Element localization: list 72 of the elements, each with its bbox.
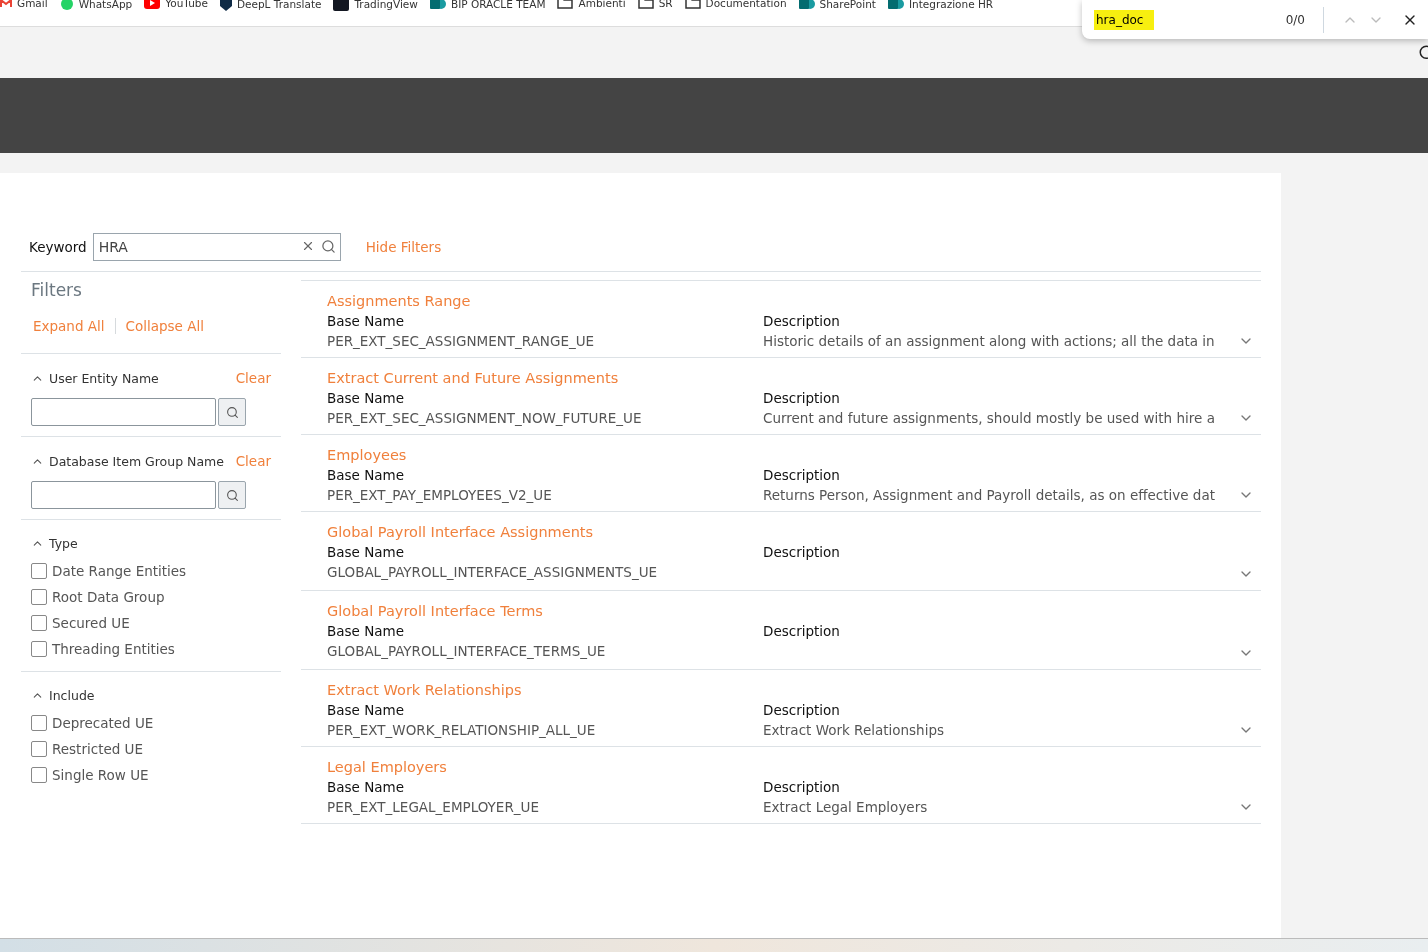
bookmark-link[interactable]: WhatsApp [59, 0, 133, 11]
checkbox-label: Date Range Entities [52, 563, 187, 579]
description-label: Description [763, 467, 841, 483]
description-label: Description [763, 390, 841, 406]
search-button[interactable] [218, 481, 246, 509]
base-name-label: Base Name [327, 544, 405, 560]
filter-title: Database Item Group Name [49, 453, 225, 469]
checkbox-label: Threading Entities [52, 641, 175, 657]
keyword-label: Keyword [29, 239, 87, 255]
description-value: Current and future assignments, should mostly be used with hire a [763, 410, 1216, 426]
checkbox[interactable] [31, 615, 47, 631]
checkbox[interactable] [31, 767, 47, 783]
site-icon [798, 0, 815, 11]
base-name-label: Base Name [327, 623, 405, 639]
folder-icon [684, 0, 701, 9]
bookmark-link[interactable]: DeepL Translate [219, 0, 322, 11]
base-name-label: Base Name [327, 702, 405, 718]
checkbox[interactable] [31, 641, 47, 657]
checkbox-label: Root Data Group [52, 589, 165, 605]
description-value: Returns Person, Assignment and Payroll details, as on effective dat [763, 487, 1216, 503]
description-label: Description [763, 702, 841, 718]
site-icon [429, 0, 446, 11]
checkbox[interactable] [31, 741, 47, 757]
filter-input[interactable] [31, 398, 216, 426]
description-label: Description [763, 623, 841, 639]
description-value: Historic details of an assignment along with actions; all the data in [763, 333, 1216, 349]
checkbox-label: Single Row UE [52, 767, 149, 783]
base-name-value: PER_EXT_PAY_EMPLOYEES_V2_UE [327, 487, 553, 503]
mail-icon [0, 0, 12, 8]
checkbox-label: Deprecated UE [52, 715, 154, 731]
base-name-value: GLOBAL_PAYROLL_INTERFACE_TERMS_UE [327, 643, 607, 661]
bookmark-link[interactable]: BIP ORACLE TEAM [429, 0, 546, 11]
bookmark-link[interactable]: Integrazione HR [887, 0, 994, 11]
folder-icon [557, 0, 574, 9]
keyword-field[interactable]: HRA [92, 233, 341, 261]
base-name-label: Base Name [327, 390, 405, 406]
description-label: Description [763, 779, 841, 795]
filter-title: Include [49, 688, 96, 703]
checkbox[interactable] [31, 563, 47, 579]
site-icon [887, 0, 904, 11]
shield-icon [219, 0, 232, 11]
chat-icon [59, 0, 74, 11]
base-name-value: PER_EXT_SEC_ASSIGNMENT_RANGE_UE [327, 333, 596, 349]
folder-icon [637, 0, 654, 9]
bookmark-link[interactable]: SharePoint [798, 0, 876, 11]
base-name-value: PER_EXT_WORK_RELATIONSHIP_ALL_UE [327, 722, 597, 738]
description-value: Extract Legal Employers [763, 799, 929, 815]
search-button[interactable] [218, 398, 246, 426]
description-value: Extract Work Relationships [763, 722, 946, 738]
base-name-label: Base Name [327, 779, 405, 795]
checkbox[interactable] [31, 589, 47, 605]
tile-icon [333, 0, 350, 11]
checkbox-label: Restricted UE [52, 741, 143, 757]
bookmark-link[interactable]: SR [637, 0, 673, 9]
bookmark-link[interactable]: TradingView [333, 0, 418, 11]
match-count: 0/0 [1285, 12, 1305, 27]
find-input[interactable]: hra_doc [1094, 9, 1154, 30]
base-name-label: Base Name [327, 313, 405, 329]
base-name-value: PER_EXT_SEC_ASSIGNMENT_NOW_FUTURE_UE [327, 410, 643, 426]
description-label: Description [763, 544, 841, 560]
description-label: Description [763, 313, 841, 329]
filter-title: Type [49, 536, 79, 551]
search-icon [225, 488, 239, 502]
search-icon [225, 405, 239, 419]
filter-title: User Entity Name [49, 370, 160, 386]
base-name-value: PER_EXT_LEGAL_EMPLOYER_UE [327, 799, 540, 815]
base-name-value: GLOBAL_PAYROLL_INTERFACE_ASSIGNMENTS_UE [327, 564, 659, 582]
checkbox[interactable] [31, 715, 47, 731]
checkbox-label: Secured UE [52, 615, 130, 631]
filters-title: Filters [30, 279, 83, 300]
base-name-label: Base Name [327, 467, 405, 483]
filter-input[interactable] [31, 481, 216, 509]
